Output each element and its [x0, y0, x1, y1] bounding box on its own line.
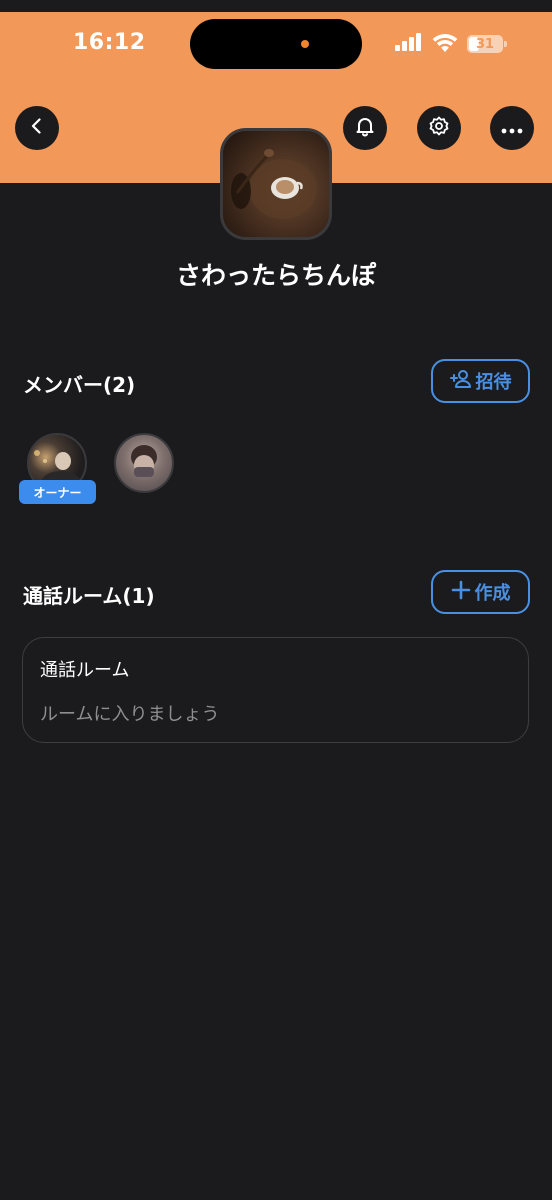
- create-room-button[interactable]: 作成: [431, 570, 530, 614]
- privacy-indicator-dot: [301, 40, 309, 48]
- status-icons: 31: [395, 31, 507, 57]
- room-title: 通話ルーム: [40, 660, 130, 681]
- notifications-button[interactable]: [343, 106, 387, 150]
- plus-icon: [451, 580, 471, 605]
- room-subtitle: ルームに入りましょう: [40, 704, 220, 725]
- member-avatar[interactable]: [114, 433, 174, 493]
- gear-icon: [428, 115, 450, 141]
- more-horizontal-icon: [501, 119, 523, 138]
- chevron-left-icon: [27, 116, 47, 140]
- invite-label: 招待: [475, 372, 512, 393]
- owner-badge: オーナー: [19, 480, 96, 504]
- battery-nub: [504, 41, 507, 47]
- group-icon-image[interactable]: [220, 128, 332, 240]
- wifi-icon: [432, 33, 458, 56]
- back-button[interactable]: [15, 106, 59, 150]
- battery-percent: 31: [475, 36, 495, 52]
- members-section-title: メンバー(2): [23, 373, 136, 397]
- add-user-icon: [449, 369, 472, 394]
- cellular-signal-icon: [395, 33, 423, 55]
- rooms-section-title: 通話ルーム(1): [23, 584, 155, 608]
- more-button[interactable]: [490, 106, 534, 150]
- group-name: さわったらちんぽ: [175, 261, 376, 290]
- create-label: 作成: [474, 583, 511, 604]
- status-time: 16:12: [73, 30, 146, 55]
- bell-icon: [354, 115, 376, 141]
- settings-button[interactable]: [417, 106, 461, 150]
- top-strip: [0, 0, 552, 12]
- room-card[interactable]: 通話ルーム ルームに入りましょう: [22, 637, 529, 743]
- invite-button[interactable]: 招待: [431, 359, 530, 403]
- dynamic-island: [190, 19, 362, 69]
- battery-icon: 31: [467, 35, 503, 53]
